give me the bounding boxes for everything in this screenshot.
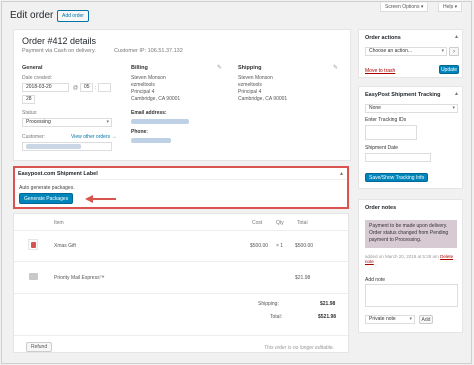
gift-icon (28, 239, 38, 250)
item-cost: $500.00 (250, 243, 269, 249)
general-heading: General (22, 65, 43, 71)
add-note-textarea[interactable] (365, 284, 458, 307)
tracking-ids-label: Enter Tracking IDs (365, 117, 407, 123)
order-actions-box: Order actions ▴ Choose an action... ▾ › … (358, 29, 463, 78)
col-qty: Qty (276, 220, 284, 226)
order-items-box: Item Cost Qty Total Xmas Gift $500.00 × … (13, 213, 349, 353)
chevron-down-icon: ▾ (452, 105, 455, 111)
item-name-link[interactable]: Xmas Gift (54, 243, 76, 249)
order-notes-heading: Order notes (365, 205, 397, 211)
colon-label: : (95, 85, 97, 91)
order-title: Order #412 details (22, 36, 97, 46)
update-button[interactable]: Update (439, 65, 459, 74)
col-total: Total (297, 220, 308, 226)
billing-phone-redacted[interactable] (131, 138, 171, 143)
status-select[interactable]: Processing ▾ (22, 118, 112, 127)
shipping-summary-label: Shipping: (258, 301, 279, 307)
billing-email-label: Email address: (131, 110, 167, 116)
refund-button[interactable]: Refund (26, 342, 53, 352)
total-label: Total: (270, 314, 282, 320)
order-notes-box: Order notes Payment to be made upon deli… (358, 199, 463, 333)
date-created-input[interactable]: 2018-03-20 (22, 83, 69, 92)
customer-name-redacted (26, 144, 81, 149)
chevron-down-icon: ▾ (106, 119, 109, 125)
add-note-label: Add note (365, 277, 386, 283)
col-item: Item (54, 220, 64, 226)
apply-action-button[interactable]: › (449, 47, 459, 56)
billing-email-redacted[interactable] (131, 119, 189, 124)
customer-select[interactable] (22, 142, 112, 151)
not-editable-note: This order is no longer editable. (264, 345, 335, 351)
admin-frame: Edit order Add order Screen Options ▾ He… (1, 1, 472, 364)
payment-method: Payment via Cash on delivery. (22, 48, 96, 54)
item-qty: × 1 (276, 243, 284, 249)
status-label: Status: (22, 110, 38, 116)
caret-up-icon[interactable]: ▴ (455, 90, 458, 97)
tracking-provider-select[interactable]: None ▾ (365, 104, 458, 113)
generate-packages-button[interactable]: Generate Packages (19, 193, 74, 204)
pencil-icon[interactable]: ✎ (333, 64, 338, 71)
shipping-heading: Shipping (238, 65, 262, 71)
divider (14, 261, 348, 262)
customer-label: Customer: (22, 134, 46, 140)
shipping-method: Priority Mail Express™ (54, 275, 105, 281)
status-value: Processing (26, 119, 51, 125)
hour-input[interactable]: 05 (80, 83, 93, 92)
auto-generate-text: Auto generate packages. (19, 185, 75, 191)
note-type-select[interactable]: Private note ▾ (365, 315, 415, 324)
billing-phone-label: Phone: (131, 129, 148, 135)
tracking-heading: EasyPost Shipment Tracking (365, 92, 441, 98)
shipment-date-input[interactable] (365, 153, 431, 162)
date-created-label: Date created: (22, 75, 53, 81)
order-details-box: Order #412 details Payment via Cash on d… (13, 29, 351, 161)
order-action-select[interactable]: Choose an action... ▾ (365, 47, 447, 56)
caret-up-icon[interactable]: ▴ (455, 33, 458, 40)
divider (14, 293, 348, 294)
shipping-line-total: $21.98 (295, 275, 311, 281)
col-cost: Cost (252, 220, 263, 226)
order-note: Payment to be made upon delivery. Order … (365, 220, 457, 248)
shipping-summary-value: $21.98 (320, 301, 336, 307)
order-actions-heading: Order actions (365, 35, 401, 41)
save-show-tracking-button[interactable]: Save/Show Tracking Info (365, 173, 429, 182)
billing-address: Steven Monson ezmeltools Principal 4 Cam… (131, 75, 181, 102)
screen-options-tab[interactable]: Screen Options ▾ (380, 3, 429, 12)
page-title: Edit order (10, 10, 54, 21)
divider (14, 335, 348, 336)
total-value: $521.98 (318, 314, 337, 320)
chevron-down-icon: ▾ (441, 48, 444, 54)
view-other-orders-link[interactable]: View other orders → (71, 134, 116, 140)
minute-input-col[interactable] (98, 83, 111, 92)
easypost-tracking-box: EasyPost Shipment Tracking ▴ None ▾ Ente… (358, 86, 463, 189)
item-total: $500.00 (295, 243, 314, 249)
chevron-down-icon: ▾ (409, 316, 412, 322)
easypost-heading: Easypost.com Shipment Label (18, 171, 98, 177)
pencil-icon[interactable]: ✎ (217, 64, 222, 71)
at-label: @ (73, 85, 79, 91)
arrow-left-icon (85, 195, 116, 203)
add-note-button[interactable]: Add (419, 315, 433, 324)
note-meta: added on March 20, 2018 at 5:28 am Delet… (365, 254, 454, 264)
divider (15, 179, 347, 180)
minute-input[interactable]: 28 (22, 95, 35, 104)
truck-icon (29, 273, 38, 280)
shipping-address: Steven Monson ezmeltools Principal 4 Cam… (238, 75, 288, 102)
shipment-date-label: Shipment Date (365, 145, 399, 151)
caret-up-icon[interactable]: ▴ (340, 170, 343, 177)
easypost-label-box: Easypost.com Shipment Label ▴ Auto gener… (13, 166, 349, 209)
add-order-button[interactable]: Add order (57, 10, 89, 22)
customer-ip: Customer IP: 106.51.37.132 (114, 48, 183, 54)
tracking-ids-input[interactable] (365, 125, 417, 140)
help-tab[interactable]: Help ▾ (438, 3, 463, 12)
billing-heading: Billing (131, 65, 148, 71)
divider (14, 230, 348, 231)
move-to-trash-link[interactable]: Move to trash (365, 68, 395, 74)
